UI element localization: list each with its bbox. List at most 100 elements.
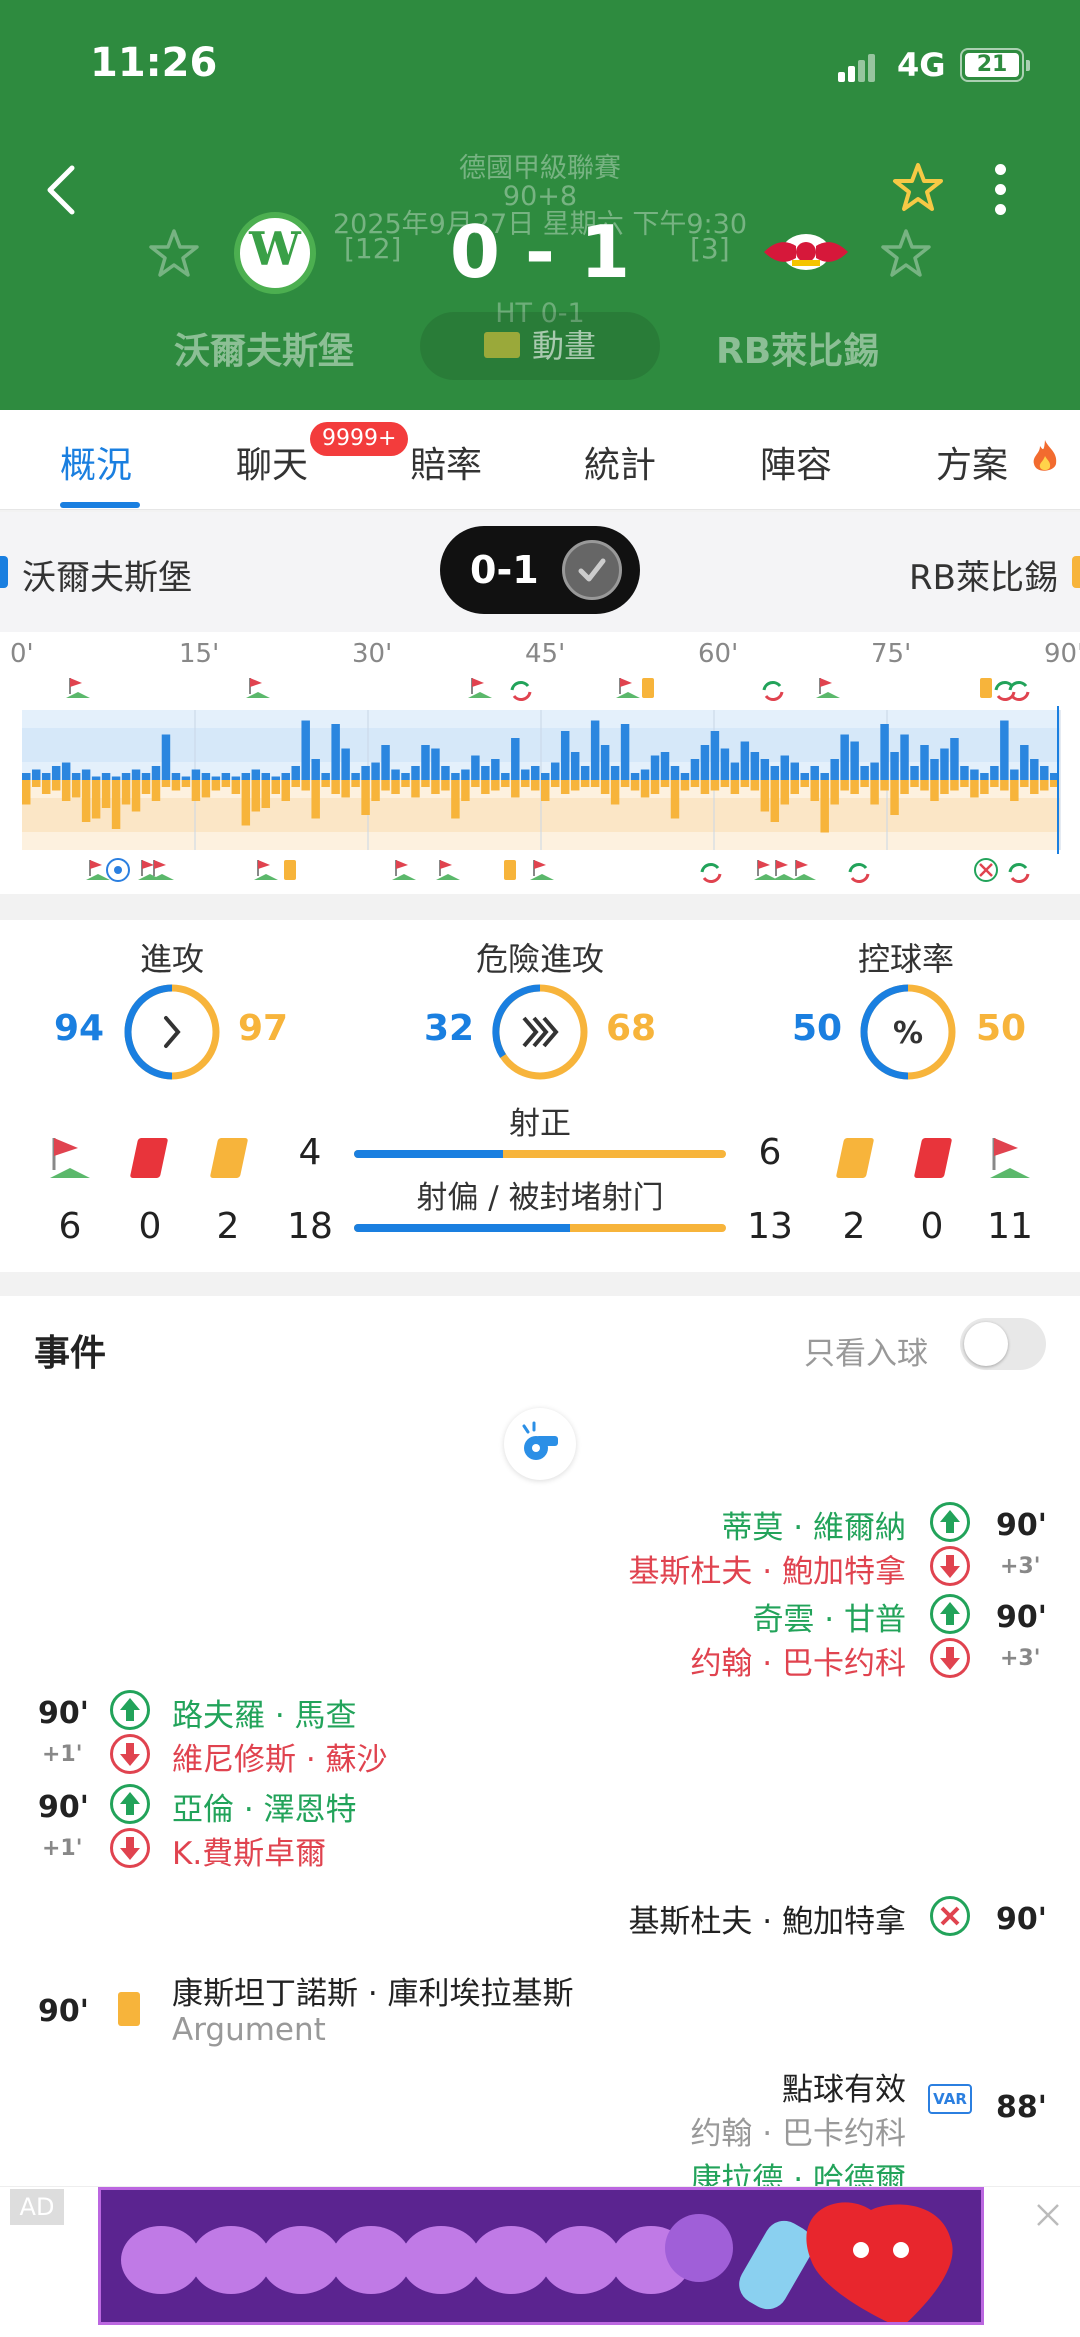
tab-bar: 概況 聊天 9999+ 賠率 統計 陣容 方案 bbox=[0, 410, 1080, 510]
substitution-icon bbox=[1008, 681, 1028, 691]
home-momentum-bar bbox=[81, 769, 91, 780]
sub-in-player[interactable]: 路夫羅 · 馬查 bbox=[172, 1690, 357, 1735]
score-strip: 沃爾夫斯堡 0-1 RB萊比錫 bbox=[0, 512, 1080, 632]
away-momentum-bar bbox=[720, 780, 730, 787]
tab-lineup[interactable]: 陣容 bbox=[760, 436, 832, 488]
away-yellow-cards: 2 bbox=[842, 1206, 866, 1247]
tab-chat[interactable]: 聊天 bbox=[236, 436, 308, 488]
sub-out-player[interactable]: K.費斯卓爾 bbox=[172, 1828, 326, 1873]
away-follow-star-icon[interactable] bbox=[880, 228, 932, 280]
home-rank: [12] bbox=[344, 232, 402, 265]
substitution-icon bbox=[1010, 873, 1030, 883]
away-momentum-bar bbox=[590, 780, 600, 787]
home-momentum-bar bbox=[950, 738, 959, 780]
away-momentum-bar bbox=[800, 780, 809, 787]
chat-badge: 9999+ bbox=[310, 422, 409, 456]
sub-in-player[interactable]: 蒂莫 · 維爾納 bbox=[721, 1502, 906, 1547]
away-momentum-bar bbox=[780, 780, 790, 805]
goal-only-label: 只看入球 bbox=[804, 1336, 928, 1372]
home-momentum-bar bbox=[920, 745, 929, 780]
home-momentum-bar bbox=[940, 748, 949, 780]
home-momentum-bar bbox=[321, 773, 330, 780]
substitution-icon bbox=[762, 681, 782, 691]
away-team-name[interactable]: RB萊比錫 bbox=[716, 322, 879, 374]
tab-plans[interactable]: 方案 bbox=[936, 436, 1008, 488]
yellow-card-icon bbox=[642, 678, 654, 698]
home-momentum-bar bbox=[620, 724, 630, 780]
sub-out-player[interactable]: 约翰 · 巴卡约科 bbox=[690, 1638, 906, 1683]
away-momentum-bar bbox=[251, 780, 261, 812]
more-options-icon[interactable] bbox=[990, 164, 1010, 220]
var-decision: 點球有效 bbox=[782, 2072, 906, 2108]
sub-in-player[interactable]: 亞倫 · 澤恩特 bbox=[172, 1784, 357, 1829]
home-momentum-bar bbox=[341, 748, 350, 780]
score-pill[interactable]: 0-1 bbox=[440, 526, 640, 614]
corner-flag-icon bbox=[820, 678, 832, 687]
yellow-card-icon bbox=[835, 1138, 875, 1178]
away-momentum-bar bbox=[1040, 780, 1049, 791]
var-player[interactable]: 约翰 · 巴卡约科 bbox=[690, 2108, 906, 2153]
away-momentum-bar bbox=[750, 780, 760, 791]
tab-odds[interactable]: 賠率 bbox=[410, 436, 482, 488]
away-momentum-bar bbox=[441, 780, 450, 791]
sub-out-arrow-icon bbox=[930, 1546, 970, 1586]
home-momentum-bar bbox=[401, 773, 410, 780]
away-momentum-bar bbox=[81, 780, 91, 822]
away-momentum-bar bbox=[950, 780, 959, 791]
away-momentum-bar bbox=[401, 780, 410, 787]
tab-overview[interactable]: 概況 bbox=[60, 436, 132, 488]
away-momentum-bar bbox=[650, 780, 660, 794]
away-momentum-bar bbox=[820, 780, 829, 833]
away-momentum-bar bbox=[351, 780, 360, 787]
away-momentum-bar bbox=[371, 780, 380, 801]
away-momentum-bar bbox=[531, 780, 540, 791]
home-momentum-bar bbox=[441, 766, 450, 780]
tab-stats[interactable]: 統計 bbox=[584, 436, 656, 488]
sub-out-player[interactable]: 基斯杜夫 · 鮑加特拿 bbox=[628, 1546, 906, 1591]
substitution-icon bbox=[512, 691, 532, 701]
away-momentum-bar bbox=[311, 780, 320, 819]
home-momentum-bar bbox=[930, 759, 939, 780]
goal-only-toggle[interactable] bbox=[960, 1318, 1046, 1370]
away-color-bar bbox=[1072, 556, 1080, 588]
timeline-tick: 60' bbox=[698, 639, 738, 669]
animation-button[interactable]: 動畫 bbox=[420, 312, 660, 380]
home-momentum-bar bbox=[241, 773, 251, 780]
away-momentum-bar bbox=[850, 780, 859, 794]
status-bar: 11:26 4G 21 bbox=[0, 40, 1080, 100]
home-momentum-bar bbox=[600, 745, 610, 780]
away-momentum-bar bbox=[391, 780, 400, 794]
event-player[interactable]: 基斯杜夫 · 鮑加特拿 bbox=[628, 1896, 906, 1941]
favorite-star-icon[interactable] bbox=[892, 162, 944, 214]
sub-out-player[interactable]: 維尼修斯 · 蘇沙 bbox=[172, 1734, 388, 1779]
away-momentum-bar bbox=[580, 780, 590, 787]
momentum-timeline[interactable]: 0' 15' 30' 45' 60' 75' 90' bbox=[0, 632, 1080, 894]
home-team-name[interactable]: 沃爾夫斯堡 bbox=[174, 322, 354, 374]
battery-level: 21 bbox=[965, 53, 1019, 77]
substitution-icon bbox=[700, 863, 720, 873]
home-momentum-bar bbox=[451, 773, 460, 780]
home-momentum-bar bbox=[151, 766, 161, 780]
sub-in-player[interactable]: 奇雲 · 甘普 bbox=[752, 1594, 906, 1639]
home-momentum-bar bbox=[550, 762, 560, 780]
corner-flag-icon bbox=[620, 678, 632, 687]
event-player[interactable]: 康斯坦丁諾斯 · 庫利埃拉基斯 bbox=[172, 1968, 574, 2013]
home-momentum-bar bbox=[800, 773, 809, 780]
ad-banner-image[interactable] bbox=[98, 2187, 984, 2325]
home-momentum-bar bbox=[900, 734, 909, 780]
away-momentum-bar bbox=[281, 780, 290, 801]
home-momentum-bar bbox=[471, 755, 480, 780]
home-momentum-bar bbox=[521, 769, 530, 780]
away-momentum-bar bbox=[970, 780, 979, 798]
away-momentum-bar bbox=[610, 780, 620, 805]
substitution-icon bbox=[510, 681, 530, 691]
timeline-tick: 75' bbox=[871, 639, 911, 669]
match-header: 11:26 4G 21 德國甲級聯賽 90+8 2025年9月27日 星期六 下… bbox=[0, 0, 1080, 410]
home-follow-star-icon[interactable] bbox=[148, 228, 200, 280]
sub-out-arrow-icon bbox=[930, 1638, 970, 1678]
close-icon[interactable] bbox=[1034, 2201, 1062, 2229]
sub-out-arrow-icon bbox=[110, 1734, 150, 1774]
away-momentum-bar bbox=[51, 780, 61, 791]
away-momentum-bar bbox=[201, 780, 211, 798]
away-momentum-bar bbox=[760, 780, 770, 812]
